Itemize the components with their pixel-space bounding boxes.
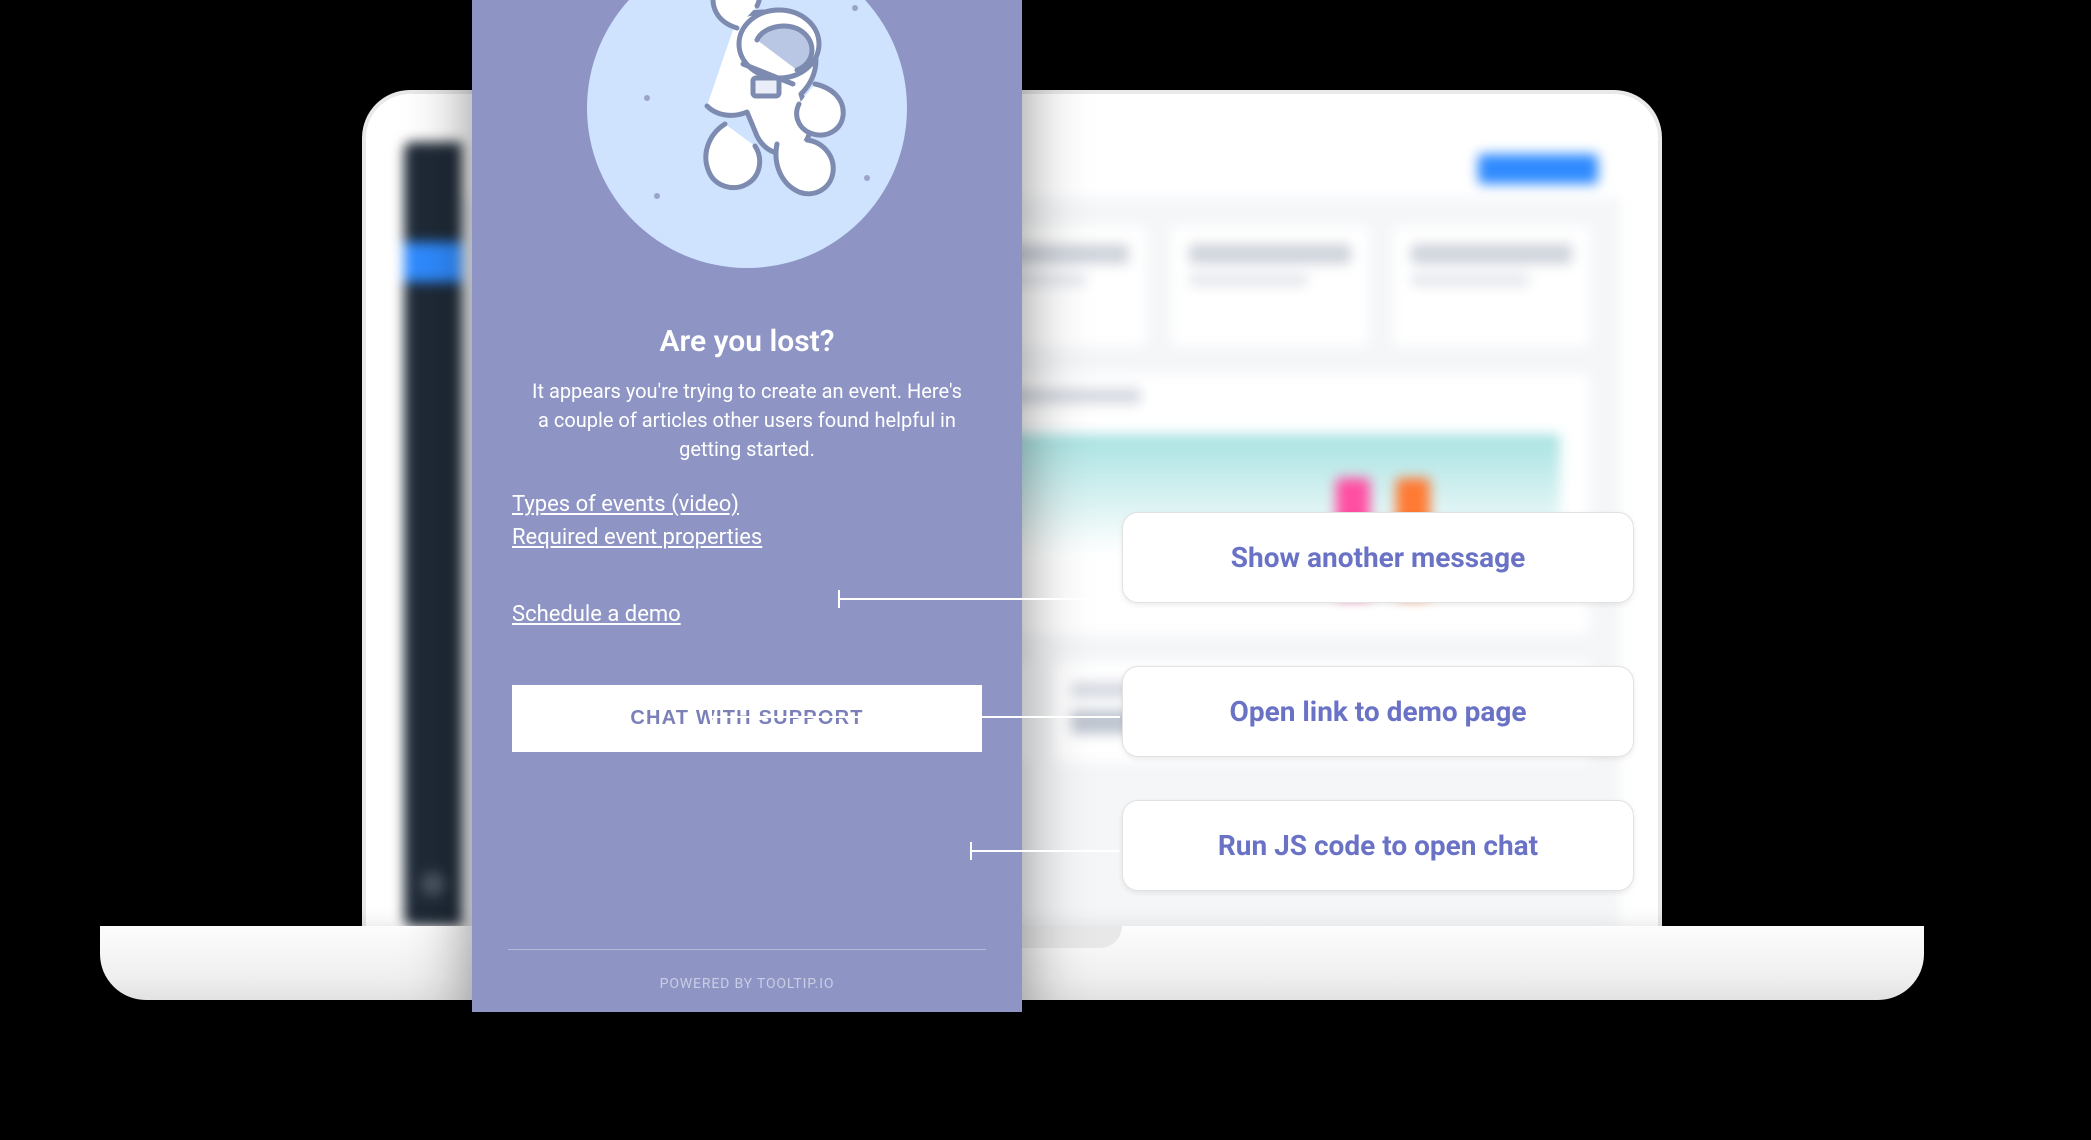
- metric-card: [1393, 226, 1590, 346]
- leader-line: [712, 716, 1120, 718]
- metric-card: [1171, 226, 1368, 346]
- link-types-of-events[interactable]: Types of events (video): [512, 492, 739, 517]
- panel-description: It appears you're trying to create an ev…: [532, 377, 962, 464]
- panel-title: Are you lost?: [472, 324, 1022, 359]
- leader-line: [840, 598, 1120, 600]
- sidebar-item-active[interactable]: [404, 242, 462, 282]
- sidebar-item[interactable]: [404, 452, 462, 492]
- sidebar-item[interactable]: [404, 382, 462, 422]
- callout-run-js: Run JS code to open chat: [1122, 800, 1634, 891]
- callout-open-demo: Open link to demo page: [1122, 666, 1634, 757]
- leader-line: [972, 850, 1120, 852]
- link-schedule-demo[interactable]: Schedule a demo: [512, 602, 681, 627]
- avatar[interactable]: [421, 872, 445, 896]
- app-sidebar: [404, 142, 462, 926]
- help-links: Types of events (video) Required event p…: [512, 492, 982, 558]
- sidebar-item[interactable]: [404, 312, 462, 352]
- powered-by-label: POWERED BY TOOLTIP.IO: [472, 976, 1022, 992]
- sidebar-item[interactable]: [404, 172, 462, 212]
- astronaut-illustration: [587, 0, 907, 268]
- callout-show-message: Show another message: [1122, 512, 1634, 603]
- chat-with-support-button[interactable]: CHAT WITH SUPPORT: [512, 685, 982, 752]
- panel-divider: [508, 949, 986, 950]
- link-required-event-properties[interactable]: Required event properties: [512, 525, 762, 550]
- help-panel: Are you lost? It appears you're trying t…: [472, 0, 1022, 1012]
- topbar-cta-button[interactable]: [1478, 154, 1598, 184]
